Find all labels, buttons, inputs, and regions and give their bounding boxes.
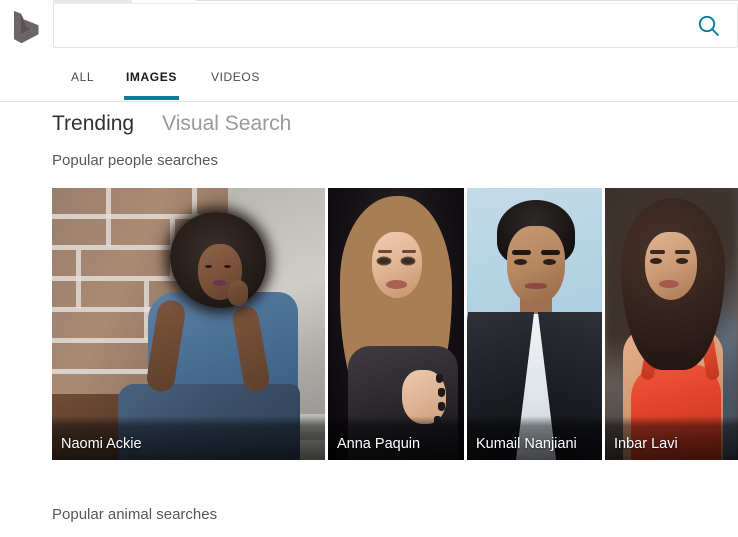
search-button[interactable] [695, 12, 723, 40]
card-caption: Naomi Ackie [52, 416, 325, 460]
tab-images[interactable]: IMAGES [124, 70, 179, 100]
person-name: Inbar Lavi [614, 436, 678, 452]
mode-switcher: Trending Visual Search [52, 112, 291, 144]
bing-images-page: ALL IMAGES VIDEOS Trending Visual Search … [0, 0, 738, 537]
trending-card[interactable]: Naomi Ackie [52, 188, 325, 460]
bing-logo[interactable] [12, 10, 42, 44]
trending-people-strip: Naomi Ackie Anna Paquin Kumail Nanjiani … [52, 188, 738, 460]
switcher-trending[interactable]: Trending [52, 112, 134, 136]
trending-card[interactable]: Anna Paquin [328, 188, 464, 460]
person-name: Anna Paquin [337, 436, 421, 452]
trending-card[interactable]: Kumail Nanjiani [467, 188, 602, 460]
search-icon [698, 15, 719, 36]
card-caption: Anna Paquin [328, 416, 464, 460]
person-name: Kumail Nanjiani [476, 436, 577, 452]
page-header [0, 0, 738, 58]
card-caption: Inbar Lavi [605, 416, 738, 460]
section-title-people: Popular people searches [52, 152, 218, 169]
card-caption: Kumail Nanjiani [467, 416, 602, 460]
search-box[interactable] [53, 3, 738, 48]
trending-card[interactable]: Inbar Lavi [605, 188, 738, 460]
person-name: Naomi Ackie [61, 436, 142, 452]
tab-videos[interactable]: VIDEOS [211, 70, 260, 100]
search-input[interactable] [68, 4, 668, 47]
nav-tabs: ALL IMAGES VIDEOS [0, 58, 738, 101]
tab-all[interactable]: ALL [71, 70, 94, 100]
section-title-animal: Popular animal searches [52, 506, 218, 523]
switcher-visual-search[interactable]: Visual Search [162, 112, 291, 136]
tabs-divider [0, 101, 738, 102]
